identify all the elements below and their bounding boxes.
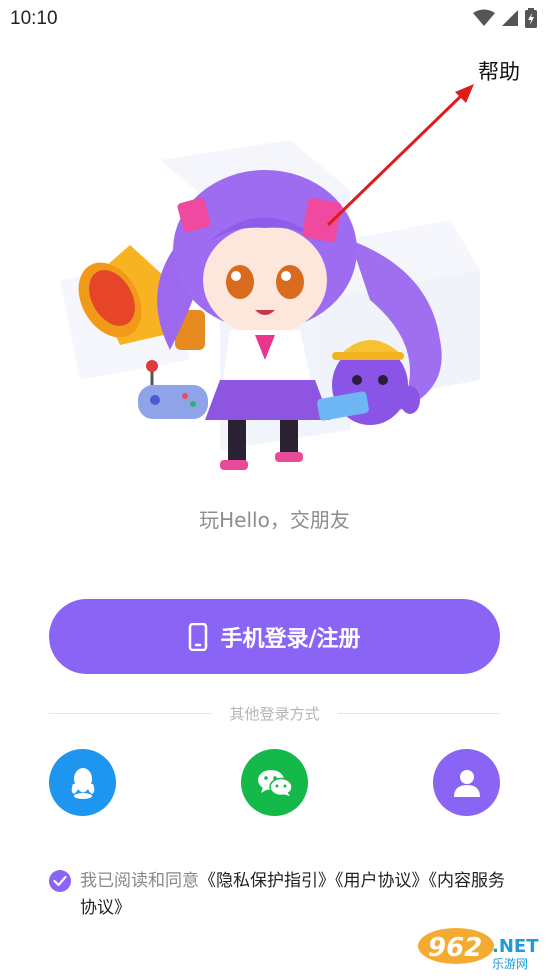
user-icon (453, 769, 480, 797)
controller-graphic (138, 360, 208, 419)
phone-icon (189, 622, 208, 651)
check-icon (53, 875, 67, 887)
privacy-policy-link[interactable]: 《隐私保护指引》 (199, 871, 335, 891)
wifi-icon (473, 9, 495, 26)
watermark-logo: 962 .NET 乐游网 (416, 924, 544, 972)
hero-illustration (50, 130, 500, 490)
svg-text:乐游网: 乐游网 (492, 957, 528, 971)
phone-login-label: 手机登录/注册 (220, 626, 361, 652)
status-time: 10:10 (10, 8, 58, 29)
other-login-label: 其他登录方式 (229, 704, 320, 723)
qq-icon (71, 767, 94, 799)
signal-icon (502, 10, 518, 26)
slogan: 玩Hello，交朋友 (199, 508, 350, 532)
user-agreement-link[interactable]: 《用户协议》 (335, 871, 429, 891)
divider-line-left (49, 712, 212, 714)
svg-text:962: 962 (428, 933, 482, 963)
phone-login-button[interactable]: 手机登录/注册 (49, 599, 500, 674)
wechat-login-button[interactable] (241, 749, 308, 816)
other-login-divider: 其他登录方式 (49, 702, 501, 724)
status-icons (473, 8, 537, 28)
qq-login-button[interactable] (49, 749, 116, 816)
help-link[interactable]: 帮助 (478, 56, 520, 86)
agreement-checkbox[interactable] (49, 870, 71, 892)
guest-login-button[interactable] (433, 749, 500, 816)
wechat-icon (257, 769, 293, 796)
battery-charging-icon (525, 8, 537, 28)
status-bar: 10:10 (0, 0, 549, 38)
agreement-text: 我已阅读和同意《隐私保护指引》《用户协议》《内容服务协议》 (80, 868, 520, 922)
agreement-prefix: 我已阅读和同意 (80, 871, 199, 891)
divider-line-right (337, 712, 501, 714)
svg-text:.NET: .NET (492, 936, 539, 957)
